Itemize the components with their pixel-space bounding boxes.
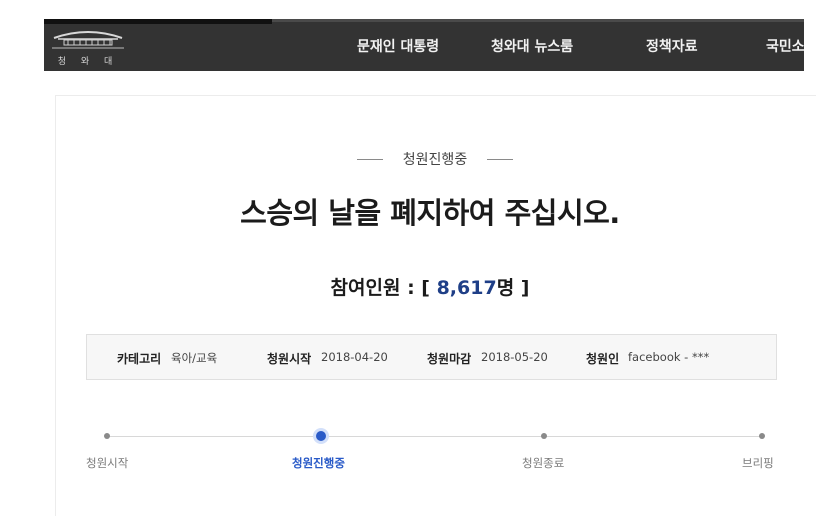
top-navigation-bar: 청 와 대 문재인 대통령 청와대 뉴스룸 정책자료 국민소 bbox=[44, 19, 804, 71]
step-label-briefing: 브리핑 bbox=[742, 456, 774, 470]
nav-item-citizen[interactable]: 국민소 bbox=[766, 36, 804, 56]
petition-title: 스승의 날을 폐지하여 주십시오. bbox=[240, 196, 620, 230]
nav-item-president[interactable]: 문재인 대통령 bbox=[357, 36, 439, 56]
count-suffix: 명 ] bbox=[496, 277, 530, 299]
progress-dot-end bbox=[541, 433, 547, 439]
nav-item-policy[interactable]: 정책자료 bbox=[646, 36, 698, 56]
progress-track bbox=[107, 436, 762, 437]
category-value: 육아/교육 bbox=[171, 351, 218, 365]
topbar-edge-right bbox=[272, 19, 804, 22]
progress-dot-start bbox=[104, 433, 110, 439]
step-label-start: 청원시작 bbox=[86, 456, 129, 470]
blue-house-roof-icon bbox=[52, 31, 124, 49]
count-value: 8,617 bbox=[436, 277, 497, 299]
nav-item-newsroom[interactable]: 청와대 뉴스룸 bbox=[491, 36, 573, 56]
category-label: 카테고리 bbox=[117, 352, 162, 366]
end-date-value: 2018-05-20 bbox=[481, 350, 548, 364]
start-date-label: 청원시작 bbox=[267, 352, 312, 366]
site-logo[interactable]: 청 와 대 bbox=[48, 27, 128, 67]
progress-dot-active bbox=[316, 431, 326, 441]
count-prefix: 참여인원 : [ bbox=[330, 277, 437, 299]
end-date-label: 청원마감 bbox=[427, 352, 472, 366]
petition-meta-box: 카테고리 육아/교육 청원시작 2018-04-20 청원마감 2018-05-… bbox=[86, 334, 777, 380]
status-line-right bbox=[487, 159, 513, 160]
author-value: facebook - *** bbox=[628, 350, 710, 364]
participant-count: 참여인원 : [ 8,617명 ] bbox=[300, 273, 560, 300]
author-label: 청원인 bbox=[586, 352, 620, 366]
step-label-end: 청원종료 bbox=[522, 456, 565, 470]
step-label-active: 청원진행중 bbox=[292, 456, 345, 470]
topbar-edge-left bbox=[44, 19, 272, 24]
progress-dot-briefing bbox=[759, 433, 765, 439]
logo-text: 청 와 대 bbox=[57, 57, 119, 67]
petition-status: 청원진행중 bbox=[355, 148, 515, 168]
start-date-value: 2018-04-20 bbox=[321, 350, 388, 364]
